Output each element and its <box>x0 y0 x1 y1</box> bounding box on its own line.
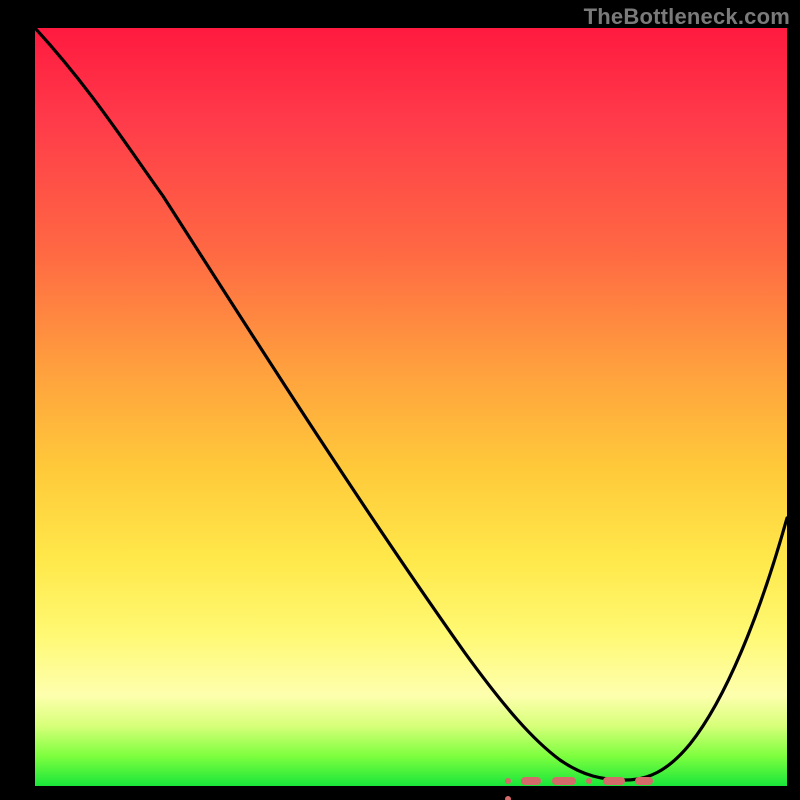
marker-dot <box>505 778 511 784</box>
marker-dash <box>521 777 541 785</box>
watermark-text: TheBottleneck.com <box>584 4 790 30</box>
chart-frame: TheBottleneck.com <box>0 0 800 800</box>
marker-dash <box>552 777 576 785</box>
marker-dot <box>505 796 511 800</box>
marker-dash <box>603 777 625 785</box>
marker-dash <box>635 777 653 785</box>
curve-path <box>35 28 787 780</box>
optimum-marker-band <box>505 772 670 782</box>
bottleneck-curve <box>35 28 787 786</box>
plot-outer <box>35 28 787 786</box>
